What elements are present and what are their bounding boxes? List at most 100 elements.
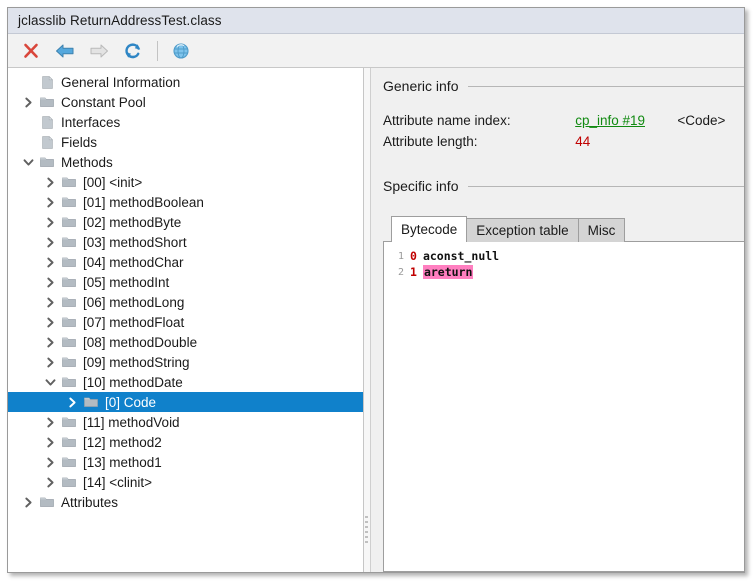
tree-item-label: Methods: [61, 154, 113, 170]
chevron-right-icon[interactable]: [42, 292, 59, 312]
generic-info-row: Attribute length: 44: [383, 131, 744, 152]
tree-row[interactable]: [00] <init>: [8, 172, 363, 192]
chevron-right-icon[interactable]: [64, 392, 81, 412]
tree-item-label: [10] methodDate: [83, 374, 183, 390]
chevron-down-icon[interactable]: [20, 152, 37, 172]
tree-item-label: [12] method2: [83, 434, 162, 450]
folder-icon: [81, 392, 101, 412]
tree-item-label: [00] <init>: [83, 174, 143, 190]
tree-row[interactable]: [11] methodVoid: [8, 412, 363, 432]
tree-item-label: [02] methodByte: [83, 214, 182, 230]
chevron-right-icon[interactable]: [20, 492, 37, 512]
tree-row[interactable]: [01] methodBoolean: [8, 192, 363, 212]
structure-tree: General Information Constant Pool Interfac…: [8, 68, 363, 512]
folder-icon: [59, 292, 79, 312]
generic-info-key: Attribute length:: [383, 134, 478, 149]
tree-row[interactable]: [03] methodShort: [8, 232, 363, 252]
bytecode-opcode[interactable]: aconst_null: [423, 249, 499, 263]
chevron-right-icon[interactable]: [42, 352, 59, 372]
bytecode-listing[interactable]: 1 0 aconst_null 2 1 areturn: [383, 241, 744, 572]
chevron-right-icon[interactable]: [42, 452, 59, 472]
tree-row[interactable]: [06] methodLong: [8, 292, 363, 312]
generic-info-rule: [468, 85, 744, 87]
generic-info-value: 44: [575, 131, 667, 152]
chevron-right-icon[interactable]: [42, 232, 59, 252]
close-button[interactable]: [16, 37, 46, 65]
chevron-right-icon[interactable]: [42, 272, 59, 292]
tree-row[interactable]: [09] methodString: [8, 352, 363, 372]
chevron-right-icon[interactable]: [42, 172, 59, 192]
tree-row[interactable]: [0] Code: [8, 392, 363, 412]
document-icon: [37, 72, 57, 92]
backward-button[interactable]: [50, 37, 80, 65]
chevron-right-icon[interactable]: [42, 432, 59, 452]
toolbar: [8, 34, 744, 68]
tree-row[interactable]: [10] methodDate: [8, 372, 363, 392]
bytecode-opcode[interactable]: areturn: [422, 265, 474, 279]
chevron-right-icon[interactable]: [42, 252, 59, 272]
tree-row[interactable]: [13] method1: [8, 452, 363, 472]
tree-row[interactable]: Methods: [8, 152, 363, 172]
chevron-right-icon[interactable]: [42, 332, 59, 352]
folder-icon: [59, 332, 79, 352]
pane-splitter[interactable]: [364, 68, 371, 572]
tab-bytecode[interactable]: Bytecode: [391, 216, 468, 242]
tree-item-label: [09] methodString: [83, 354, 190, 370]
tree-row[interactable]: [02] methodByte: [8, 212, 363, 232]
folder-icon: [59, 312, 79, 332]
chevron-right-icon[interactable]: [20, 92, 37, 112]
chevron-right-icon[interactable]: [42, 312, 59, 332]
bytecode-row[interactable]: 2 1 areturn: [384, 264, 744, 280]
generic-info-value[interactable]: cp_info #19: [575, 110, 667, 131]
tree-row[interactable]: Attributes: [8, 492, 363, 512]
forward-button[interactable]: [84, 37, 114, 65]
tree-row[interactable]: Fields: [8, 132, 363, 152]
document-icon: [37, 132, 57, 152]
folder-icon: [59, 352, 79, 372]
generic-info-header: Generic info: [383, 78, 744, 94]
generic-info-extra: <Code>: [677, 113, 726, 128]
bytecode-line-number: 2: [397, 266, 404, 278]
generic-info-title: Generic info: [383, 78, 459, 94]
tree-row[interactable]: [08] methodDouble: [8, 332, 363, 352]
chevron-right-icon[interactable]: [42, 192, 59, 212]
bytecode-row[interactable]: 1 0 aconst_null: [384, 248, 744, 264]
tree-row[interactable]: [14] <clinit>: [8, 472, 363, 492]
constant-pool-link[interactable]: cp_info #19: [575, 113, 645, 128]
tree-item-label: [08] methodDouble: [83, 334, 198, 350]
chevron-down-icon[interactable]: [42, 372, 59, 392]
tree-row[interactable]: [12] method2: [8, 432, 363, 452]
tree-row[interactable]: General Information: [8, 72, 363, 92]
specific-info-rule: [468, 185, 744, 187]
document-icon: [37, 112, 57, 132]
tab-strip: Bytecode Exception table Misc: [383, 216, 744, 242]
browse-classpath-button[interactable]: [166, 37, 196, 65]
tree-item-label: [13] method1: [83, 454, 162, 470]
specific-info-header: Specific info: [383, 178, 744, 194]
folder-icon: [59, 172, 79, 192]
structure-tree-panel[interactable]: General Information Constant Pool Interfac…: [8, 68, 364, 572]
tree-item-label: [07] methodFloat: [83, 314, 185, 330]
tree-item-label: [0] Code: [105, 394, 157, 410]
reload-button[interactable]: [118, 37, 148, 65]
main-split-pane: General Information Constant Pool Interfac…: [8, 68, 744, 572]
tree-row[interactable]: [04] methodChar: [8, 252, 363, 272]
tree-row[interactable]: [05] methodInt: [8, 272, 363, 292]
tree-item-label: [11] methodVoid: [83, 414, 180, 430]
tab-misc[interactable]: Misc: [577, 218, 626, 242]
tree-row[interactable]: Constant Pool: [8, 92, 363, 112]
tree-row[interactable]: [07] methodFloat: [8, 312, 363, 332]
tab-exception-table[interactable]: Exception table: [466, 218, 579, 242]
tree-item-label: [01] methodBoolean: [83, 194, 204, 210]
tree-row[interactable]: Interfaces: [8, 112, 363, 132]
bytecode-offset: 0: [410, 249, 417, 263]
folder-icon: [59, 372, 79, 392]
title-bar: jclasslib ReturnAddressTest.class: [8, 8, 744, 34]
chevron-right-icon[interactable]: [42, 212, 59, 232]
chevron-right-icon[interactable]: [42, 412, 59, 432]
chevron-right-icon[interactable]: [42, 472, 59, 492]
globe-icon: [173, 42, 189, 59]
